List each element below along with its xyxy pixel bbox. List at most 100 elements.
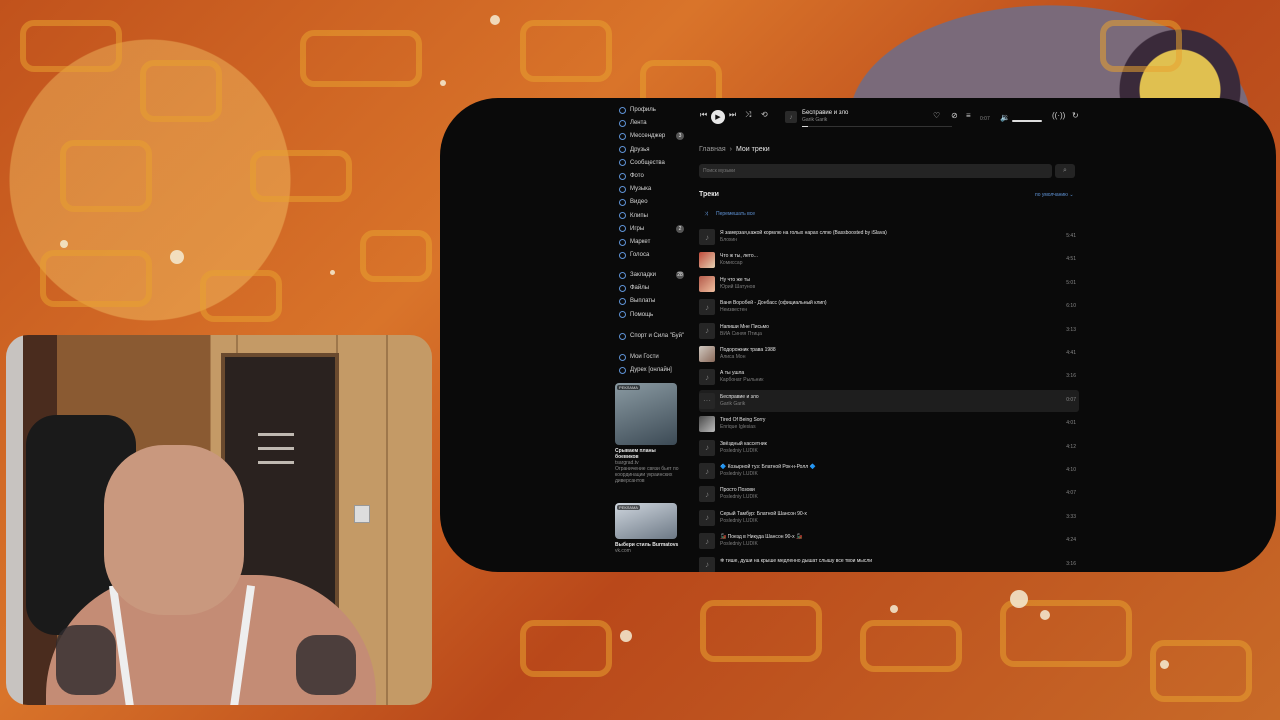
- share-icon[interactable]: ↻: [1072, 111, 1079, 120]
- search-input[interactable]: [703, 164, 1023, 178]
- track-row[interactable]: ♪ Звёздный кассетник Posledniy LUDIK 4:12: [699, 437, 1079, 459]
- track-artist[interactable]: ВИА Синяя Птица: [720, 331, 762, 337]
- track-row[interactable]: ♪ 🔷 Козырной туз: Блатной Рок-н-Ролл 🔷 Pos…: [699, 460, 1079, 482]
- broadcast-icon[interactable]: ♡: [933, 111, 940, 120]
- track-row[interactable]: ♪ 🚂 Поезд в Никуда Шансон 90-х 🚂 Posledniy…: [699, 530, 1079, 552]
- games-icon: [619, 225, 626, 233]
- ad-image[interactable]: РЕКЛАМА: [615, 503, 677, 539]
- track-row[interactable]: Tired Of Being Sorry Enrique Iglesias 4:01: [699, 413, 1079, 435]
- track-row[interactable]: ♪ Просто Позови Posledniy LUDIK 4:07: [699, 483, 1079, 505]
- track-artist[interactable]: Блохин: [720, 237, 737, 243]
- sidebar-item[interactable]: Закладки: [619, 269, 656, 281]
- sidebar-ad[interactable]: РЕКЛАМА Срываем планы боевиков tsargrad.tv…: [615, 383, 679, 484]
- track-artist[interactable]: Posledniy LUDIK: [720, 471, 758, 477]
- track-artist[interactable]: Юрий Шатунов: [720, 284, 755, 290]
- music-note-icon[interactable]: ♪: [699, 299, 715, 316]
- sidebar-item[interactable]: Маркет: [619, 236, 650, 248]
- next-track-button[interactable]: ⏭: [729, 110, 736, 120]
- ad-title[interactable]: Срываем планы боевиков: [615, 448, 679, 460]
- playing-indicator-icon[interactable]: ···: [699, 392, 715, 409]
- play-button[interactable]: ▶: [711, 110, 725, 124]
- music-note-icon[interactable]: ♪: [699, 486, 715, 503]
- search-icon[interactable]: ⌕: [1055, 164, 1075, 178]
- unread-badge: 28: [676, 271, 684, 279]
- progress-bar[interactable]: [802, 126, 952, 127]
- shuffle-all-button[interactable]: ⤨ Перемешать все: [704, 211, 755, 217]
- track-row[interactable]: ··· Бесправие и зло Garik Garik 0:07: [699, 389, 1079, 412]
- sidebar-item[interactable]: Помощь: [619, 309, 653, 321]
- ad-image[interactable]: РЕКЛАМА: [615, 383, 677, 445]
- track-artist[interactable]: Posledniy LUDIK: [720, 494, 758, 500]
- track-title: Бесправие и зло: [720, 393, 759, 400]
- broadcast-toggle-icon[interactable]: ((·)): [1052, 111, 1065, 120]
- volume-slider[interactable]: [1012, 120, 1042, 122]
- previous-track-button[interactable]: ⏮: [700, 110, 707, 120]
- track-artist[interactable]: Алиса Мон: [720, 354, 745, 360]
- sidebar-group-link[interactable]: Спорт и Сила "Буй": [619, 330, 684, 342]
- sidebar-group-label: Спорт и Сила "Буй": [630, 333, 685, 339]
- sidebar-item[interactable]: Мои Гости: [619, 351, 659, 363]
- ad-domain[interactable]: vk.com: [615, 548, 679, 554]
- track-row[interactable]: Что ж ты, лето... Комиссар 4:51: [699, 249, 1079, 271]
- repeat-icon[interactable]: ⟲: [761, 110, 768, 119]
- music-note-icon[interactable]: ♪: [699, 463, 715, 479]
- track-duration: 0:07: [1066, 396, 1076, 403]
- background-pattern: [700, 600, 822, 662]
- sidebar-item[interactable]: Мессенджер: [619, 130, 665, 142]
- music-note-icon[interactable]: ♪: [699, 509, 715, 526]
- track-row[interactable]: Ну что же ты Юрий Шатунов 5:01: [699, 273, 1079, 295]
- music-icon: [619, 185, 626, 193]
- music-note-icon[interactable]: ♪: [699, 322, 715, 339]
- sidebar-ad[interactable]: РЕКЛАМА Выбери стиль Burmatovs vk.com: [615, 503, 679, 554]
- music-note-icon[interactable]: ♪: [699, 439, 715, 456]
- track-artist[interactable]: Enrique Iglesias: [720, 424, 756, 430]
- track-title: Подорожник трава 1988: [720, 347, 776, 353]
- track-artist[interactable]: Неизвестен: [720, 307, 747, 313]
- track-cover[interactable]: [699, 416, 715, 433]
- music-note-icon[interactable]: ♪: [699, 556, 715, 572]
- sidebar-item-label: Фото: [630, 173, 644, 179]
- track-artist[interactable]: Garik Garik: [720, 401, 745, 407]
- track-artist[interactable]: Карбонат Рыльник: [720, 377, 763, 383]
- track-cover[interactable]: [699, 252, 715, 269]
- track-title: Я замерзая,кажой кормлю на голых нарах с…: [720, 230, 887, 236]
- track-artist[interactable]: Комиссар: [720, 260, 743, 266]
- sidebar-item[interactable]: Фото: [619, 170, 644, 182]
- sidebar-item-label: Файлы: [630, 285, 650, 292]
- sidebar-item[interactable]: Друзья: [619, 144, 649, 156]
- music-note-icon[interactable]: ♪: [699, 369, 715, 386]
- music-note-icon[interactable]: ♪: [699, 229, 715, 245]
- sidebar-item[interactable]: Лента: [619, 117, 647, 129]
- sidebar-item[interactable]: Файлы: [619, 282, 649, 294]
- sidebar-item[interactable]: Видео: [619, 196, 648, 208]
- sidebar-item[interactable]: Клипы: [619, 210, 648, 222]
- sidebar-item[interactable]: Голоса: [619, 249, 649, 261]
- sort-dropdown[interactable]: по умолчанию ⌄: [1035, 192, 1074, 198]
- track-row[interactable]: ♪ Серый Тамбур: Блатной Шансон 90-х Posled…: [699, 507, 1079, 529]
- track-artist[interactable]: Posledniy LUDIK: [720, 448, 758, 454]
- sidebar-item[interactable]: Музыка: [619, 183, 651, 195]
- sidebar-item[interactable]: Выплаты: [619, 295, 655, 307]
- sidebar-item[interactable]: Игры: [619, 223, 644, 235]
- track-cover[interactable]: [699, 275, 715, 292]
- communities-icon: [619, 159, 626, 167]
- shuffle-icon[interactable]: ⤨: [745, 110, 751, 120]
- sidebar-item[interactable]: Профиль: [619, 104, 656, 116]
- track-row[interactable]: ♪ Я замерзая,кажой кормлю на голых нарах …: [699, 226, 1079, 248]
- sidebar-item[interactable]: Сообщества: [619, 157, 665, 169]
- sidebar-item-label: Дурех [онлайн]: [630, 367, 672, 373]
- track-row[interactable]: ♪ Ваня Воробей - Донбасс (официальный кли…: [699, 296, 1079, 318]
- breadcrumb-home[interactable]: Главная: [699, 146, 726, 153]
- track-row[interactable]: ♪ ❄ тише, души на крыше медленно дышат сл…: [699, 554, 1079, 572]
- sidebar-item[interactable]: Дурех [онлайн]: [619, 364, 672, 376]
- track-cover[interactable]: [699, 346, 715, 362]
- track-row[interactable]: Подорожник трава 1988 Алиса Мон 4:41: [699, 343, 1079, 365]
- track-row[interactable]: ♪ А ты ушла Карбонат Рыльник 3:16: [699, 366, 1079, 388]
- track-artist[interactable]: Posledniy LUDIK: [720, 541, 758, 547]
- track-row[interactable]: ♪ Напиши Мне Письмо ВИА Синяя Птица 3:13: [699, 320, 1079, 342]
- not-interested-icon[interactable]: ⊘: [951, 111, 958, 120]
- next-queue-icon[interactable]: ≡: [966, 111, 971, 120]
- music-note-icon[interactable]: ♪: [699, 533, 715, 550]
- track-artist[interactable]: Posledniy LUDIK: [720, 518, 758, 524]
- volume-icon[interactable]: 🔉: [1000, 113, 1010, 122]
